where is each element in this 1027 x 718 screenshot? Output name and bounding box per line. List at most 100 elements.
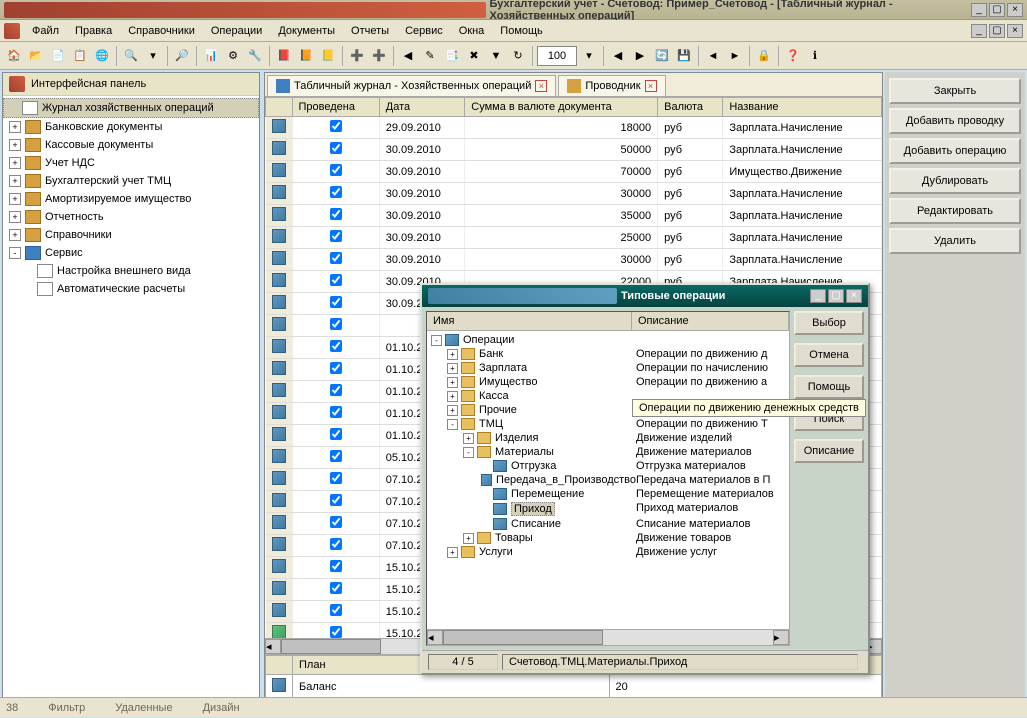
- child-minimize-button[interactable]: _: [971, 24, 987, 38]
- help-button[interactable]: Помощь: [794, 375, 864, 399]
- table-row[interactable]: 30.09.201030000рубЗарплата.Начисление: [266, 183, 882, 205]
- dialog-minimize-button[interactable]: _: [810, 289, 826, 303]
- dialog-tree-row[interactable]: -Операции: [427, 333, 789, 347]
- nav-back-icon[interactable]: ◀: [608, 46, 628, 66]
- edit-icon[interactable]: ✎: [420, 46, 440, 66]
- dialog-title-bar[interactable]: Типовые операции _ ▢ ×: [422, 285, 868, 307]
- menu-отчеты[interactable]: Отчеты: [343, 23, 397, 39]
- sync-icon[interactable]: 🔄: [652, 46, 672, 66]
- tree-item[interactable]: +Учет НДС: [3, 154, 259, 172]
- maximize-button[interactable]: ▢: [989, 3, 1005, 17]
- dialog-tree-row[interactable]: ПриходПриход материалов: [427, 501, 789, 517]
- tree-item[interactable]: Настройка внешнего вида: [3, 262, 259, 280]
- find-next-icon[interactable]: 🔎: [172, 46, 192, 66]
- about-icon[interactable]: ℹ: [805, 46, 825, 66]
- navigation-tree[interactable]: Журнал хозяйственных операций+Банковские…: [3, 96, 259, 695]
- dialog-tree-row[interactable]: +БанкОперации по движению д: [427, 347, 789, 361]
- save-icon[interactable]: 💾: [674, 46, 694, 66]
- posted-checkbox[interactable]: [330, 362, 342, 374]
- posted-checkbox[interactable]: [330, 120, 342, 132]
- duplicate-button[interactable]: Дублировать: [889, 168, 1021, 194]
- tree-item[interactable]: -Сервис: [3, 244, 259, 262]
- posted-checkbox[interactable]: [330, 384, 342, 396]
- tab[interactable]: Табличный журнал - Хозяйственных операци…: [267, 75, 556, 96]
- tab-close-button[interactable]: ×: [645, 80, 657, 92]
- dialog-tree-row[interactable]: +ЗарплатаОперации по начислению: [427, 361, 789, 375]
- tree-item[interactable]: Автоматические расчеты: [3, 280, 259, 298]
- dialog-tree-row[interactable]: +УслугиДвижение услуг: [427, 545, 789, 559]
- delete-icon[interactable]: ✖: [464, 46, 484, 66]
- add-record-icon[interactable]: ➕: [347, 46, 367, 66]
- tab[interactable]: Проводник×: [558, 75, 665, 96]
- posted-checkbox[interactable]: [330, 296, 342, 308]
- dialog-close-button[interactable]: ×: [846, 289, 862, 303]
- tab-close-button[interactable]: ×: [535, 80, 547, 92]
- home-icon[interactable]: 🏠: [4, 46, 24, 66]
- menu-правка[interactable]: Правка: [67, 23, 120, 39]
- next-icon[interactable]: ►: [725, 46, 745, 66]
- posted-checkbox[interactable]: [330, 208, 342, 220]
- tree-item[interactable]: +Бухгалтерский учет ТМЦ: [3, 172, 259, 190]
- close-button[interactable]: Закрыть: [889, 78, 1021, 104]
- tools-icon[interactable]: 🔧: [245, 46, 265, 66]
- posted-checkbox[interactable]: [330, 516, 342, 528]
- posted-checkbox[interactable]: [330, 450, 342, 462]
- posted-checkbox[interactable]: [330, 626, 342, 638]
- menu-окна[interactable]: Окна: [451, 23, 493, 39]
- dialog-tree-row[interactable]: Передача_в_ПроизводствоПередача материал…: [427, 473, 789, 487]
- nav-forward-icon[interactable]: ▶: [630, 46, 650, 66]
- tree-item[interactable]: +Справочники: [3, 226, 259, 244]
- tree-item[interactable]: +Амортизируемое имущество: [3, 190, 259, 208]
- lock-icon[interactable]: 🔒: [754, 46, 774, 66]
- doc-icon[interactable]: 📙: [296, 46, 316, 66]
- copy-icon[interactable]: 📄: [48, 46, 68, 66]
- posted-checkbox[interactable]: [330, 164, 342, 176]
- dialog-tree-row[interactable]: ОтгрузкаОтгрузка материалов: [427, 459, 789, 473]
- dialog-tree[interactable]: -Операции+БанкОперации по движению д+Зар…: [427, 331, 789, 629]
- posted-checkbox[interactable]: [330, 340, 342, 352]
- tree-item[interactable]: +Кассовые документы: [3, 136, 259, 154]
- select-button[interactable]: Выбор: [794, 311, 864, 335]
- tree-item[interactable]: +Отчетность: [3, 208, 259, 226]
- minimize-button[interactable]: _: [971, 3, 987, 17]
- refresh-icon[interactable]: ↻: [508, 46, 528, 66]
- dialog-tree-row[interactable]: +ТоварыДвижение товаров: [427, 531, 789, 545]
- menu-справочники[interactable]: Справочники: [120, 23, 203, 39]
- settings-icon[interactable]: ⚙: [223, 46, 243, 66]
- prev-icon[interactable]: ◄: [703, 46, 723, 66]
- copy-record-icon[interactable]: 📑: [442, 46, 462, 66]
- browser-icon[interactable]: 🌐: [92, 46, 112, 66]
- posted-checkbox[interactable]: [330, 274, 342, 286]
- add-entry-button[interactable]: Добавить проводку: [889, 108, 1021, 134]
- posted-checkbox[interactable]: [330, 494, 342, 506]
- paste-icon[interactable]: 📋: [70, 46, 90, 66]
- dialog-tree-row[interactable]: СписаниеСписание материалов: [427, 517, 789, 531]
- menu-документы[interactable]: Документы: [270, 23, 343, 39]
- dialog-tree-row[interactable]: ПеремещениеПеремещение материалов: [427, 487, 789, 501]
- table-row[interactable]: 30.09.201070000рубИмущество.Движение: [266, 161, 882, 183]
- zoom-input[interactable]: [537, 46, 577, 66]
- filter-icon[interactable]: ▼: [486, 46, 506, 66]
- menu-сервис[interactable]: Сервис: [397, 23, 451, 39]
- dialog-tree-row[interactable]: +ИмуществоОперации по движению а: [427, 375, 789, 389]
- posted-checkbox[interactable]: [330, 472, 342, 484]
- menu-помощь[interactable]: Помощь: [492, 23, 551, 39]
- menu-операции[interactable]: Операции: [203, 23, 270, 39]
- edit-button[interactable]: Редактировать: [889, 198, 1021, 224]
- dialog-tree-row[interactable]: -ТМЦОперации по движению Т: [427, 417, 789, 431]
- first-record-icon[interactable]: ◀: [398, 46, 418, 66]
- dialog-maximize-button[interactable]: ▢: [828, 289, 844, 303]
- posted-checkbox[interactable]: [330, 538, 342, 550]
- posted-checkbox[interactable]: [330, 560, 342, 572]
- search-icon[interactable]: 🔍: [121, 46, 141, 66]
- sheet-icon[interactable]: 📒: [318, 46, 338, 66]
- table-row[interactable]: 30.09.201025000рубЗарплата.Начисление: [266, 227, 882, 249]
- chart-icon[interactable]: 📊: [201, 46, 221, 66]
- posted-checkbox[interactable]: [330, 582, 342, 594]
- help-icon[interactable]: ❓: [783, 46, 803, 66]
- posted-checkbox[interactable]: [330, 186, 342, 198]
- table-row[interactable]: 30.09.201050000рубЗарплата.Начисление: [266, 139, 882, 161]
- status-design[interactable]: Дизайн: [203, 702, 240, 714]
- posted-checkbox[interactable]: [330, 230, 342, 242]
- dialog-scrollbar[interactable]: ◂▸: [427, 629, 789, 645]
